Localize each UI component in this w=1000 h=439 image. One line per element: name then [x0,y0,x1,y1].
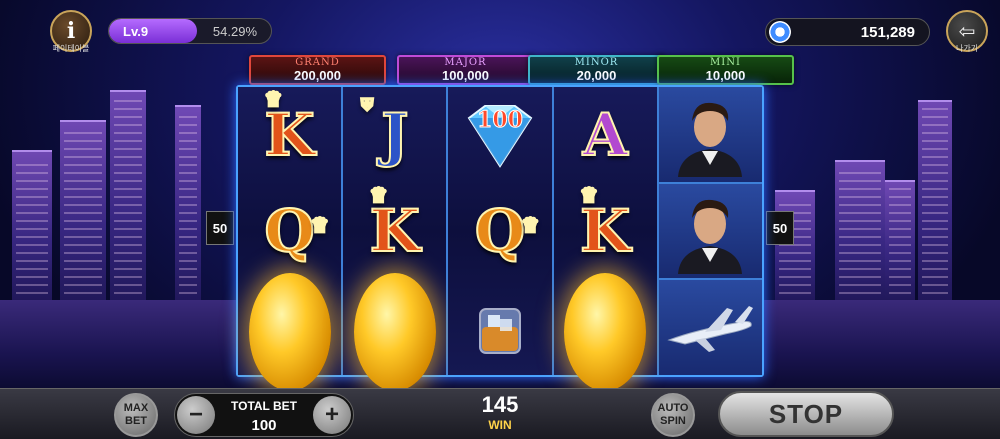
level-text: Lv.9 [123,24,149,39]
stop-button[interactable]: STOP [718,391,894,437]
symbol-king: ♛ K [369,182,421,266]
jackpot-minor: MINOR 20,000 [528,55,665,85]
skyscraper [835,160,885,300]
symbol-gold-coin [554,273,657,391]
jackpot-value: 200,000 [294,68,341,83]
reel-1: ♛ K Q ♕ [238,86,344,391]
info-icon: i [66,18,76,44]
payline-badge-left: 50 [206,211,234,245]
symbol-man-portrait [658,87,763,184]
coin-balance-value: 151,289 [860,24,915,41]
symbol-gold-coin [343,273,446,391]
paytable-label: 페이테이블 [52,44,90,53]
symbol-whiskey-glass [448,279,551,375]
symbol-king: ♛ K [263,86,315,170]
reel-5 [658,87,763,376]
win-amount: 145 [481,392,519,417]
skyscraper [110,90,146,300]
decrease-bet-button[interactable]: − [177,396,215,434]
gold-coin-icon [248,273,331,391]
jackpot-name: MAJOR [444,57,487,68]
exit-label: 나가기 [955,44,979,53]
symbol-king: ♛ K [579,182,631,266]
man-portrait-icon [678,103,743,178]
skyscraper [12,150,52,300]
slot-reels: ♛ K Q ♕ ⛨ J ♛ K 100 Q ♕ A ♛ K [236,85,764,391]
symbol-diamond-100: 100 [448,87,551,183]
skyscraper [60,120,106,300]
jackpot-grand: GRAND 200,000 [249,55,386,85]
skyscraper [885,180,915,300]
total-bet-value: 100 [251,417,277,434]
crown-icon: ♛ [369,182,389,208]
payline-badge-right: 50 [766,211,794,245]
total-bet-label: TOTAL BET [231,399,297,413]
win-label: WIN [488,418,512,432]
jackpot-name: MINOR [574,57,619,68]
skyscraper [175,105,201,300]
jackpot-name: GRAND [295,57,340,68]
symbol-gold-coin [238,273,341,391]
coin-balance: 151,289 [765,18,930,46]
reel-3: 100 Q ♕ [448,87,554,375]
skyscraper [775,190,815,300]
level-percent: 54.29% [212,24,257,39]
tiara-icon: ♕ [520,212,540,238]
chip-icon [769,21,791,43]
jackpot-value: 10,000 [705,68,746,83]
jackpot-value: 100,000 [442,68,489,83]
jackpot-value: 20,000 [576,68,617,83]
diamond-value: 100 [477,107,524,134]
symbol-jack: ⛨ J [360,94,409,170]
auto-spin-button[interactable]: AUTO SPIN [651,393,695,437]
increase-bet-button[interactable]: + [313,396,351,434]
symbol-queen: Q ♕ [263,196,330,266]
symbol-man-portrait [658,183,763,281]
private-jet-icon [667,305,754,352]
level-progress-bar: Lv.9 54.29% [108,18,272,44]
total-bet-control: − TOTAL BET 100 + [174,393,354,437]
crown-icon: ♛ [263,86,283,112]
crown-icon: ♛ [579,182,599,208]
tiara-icon: ♕ [310,212,330,238]
shield-icon: ⛨ [360,94,374,115]
max-bet-button[interactable]: MAX BET [114,393,158,437]
symbol-queen: Q ♕ [474,196,541,266]
symbol-private-jet [658,280,763,376]
reel-4: A ♛ K [553,87,659,391]
man-portrait-icon [678,199,743,274]
gold-coin-icon [353,273,436,391]
skyscraper [918,100,952,300]
reel-2: ⛨ J ♛ K [343,87,449,391]
whiskey-glass-icon [479,308,521,354]
symbol-ace: A [582,100,629,170]
jackpot-major: MAJOR 100,000 [397,55,534,85]
gold-coin-icon [564,273,647,391]
exit-icon: ⇦ [958,20,976,43]
jackpot-mini: MINI 10,000 [657,55,794,85]
jackpot-name: MINI [710,57,741,68]
